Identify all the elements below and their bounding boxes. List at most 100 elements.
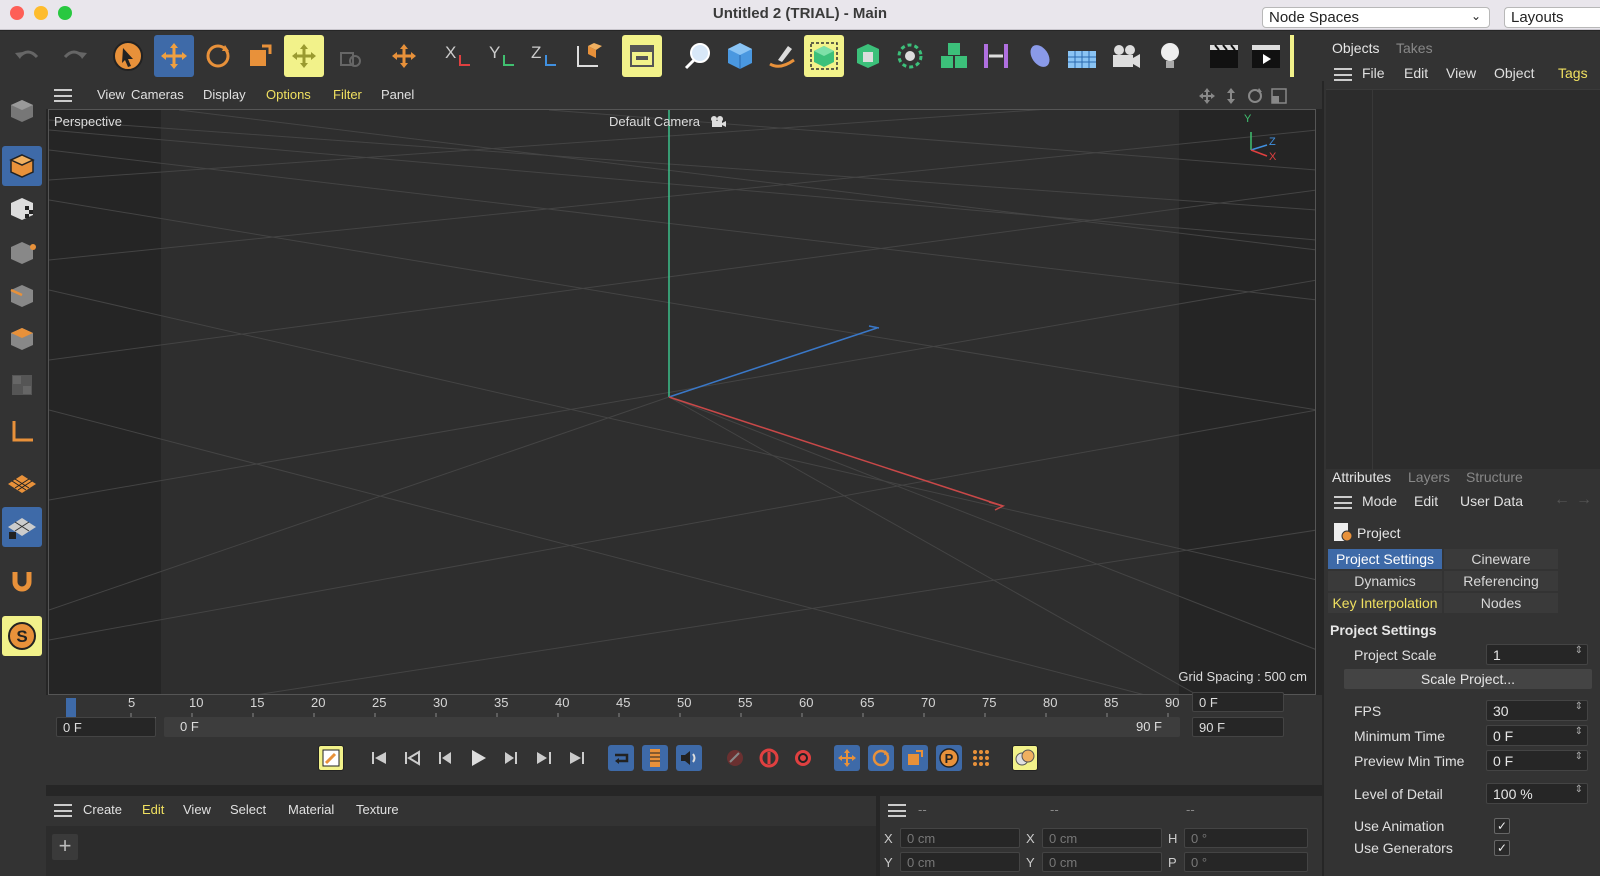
autokeying-button[interactable] — [790, 745, 816, 771]
model-mode-button[interactable] — [2, 146, 42, 186]
subtab-project-settings[interactable]: Project Settings — [1328, 549, 1442, 569]
playhead[interactable] — [66, 698, 76, 718]
select-tool-button[interactable] — [108, 35, 148, 77]
menu-display[interactable]: Display — [203, 87, 246, 102]
render-active-view-button[interactable] — [1204, 35, 1244, 77]
record-point-level-button[interactable] — [968, 745, 994, 771]
record-position-button[interactable] — [834, 745, 860, 771]
use-generators-checkbox[interactable]: ✓ — [1494, 840, 1510, 856]
material-menu-create[interactable]: Create — [83, 802, 122, 817]
sound-button[interactable] — [676, 745, 702, 771]
material-menu-view[interactable]: View — [183, 802, 211, 817]
objects-menu-tags[interactable]: Tags — [1558, 65, 1588, 81]
spline-pen-button[interactable] — [678, 35, 718, 77]
redo-button[interactable] — [54, 35, 94, 77]
3d-viewport[interactable]: Perspective Default Camera Y Z X Grid Sp… — [48, 109, 1316, 695]
points-mode-button[interactable] — [2, 233, 42, 273]
menu-panel[interactable]: Panel — [381, 87, 414, 102]
object-list[interactable] — [1326, 89, 1600, 470]
objects-menu-view[interactable]: View — [1446, 65, 1476, 81]
camera-label[interactable]: Default Camera — [609, 114, 700, 129]
light-object-button[interactable] — [1150, 35, 1190, 77]
layouts-select[interactable]: Layouts — [1504, 7, 1600, 28]
subtab-cineware[interactable]: Cineware — [1444, 549, 1558, 569]
menu-options[interactable]: Options — [266, 87, 311, 102]
axis-mode-button[interactable] — [2, 411, 42, 451]
level-of-detail-field[interactable]: 100 % ⇕ — [1486, 783, 1588, 804]
rotation-h-field[interactable]: 0 ° — [1184, 828, 1308, 848]
material-hamburger-icon[interactable] — [54, 804, 72, 817]
keyframe-selection-button[interactable] — [722, 745, 748, 771]
current-frame-field[interactable]: 0 F — [1192, 692, 1284, 712]
subtab-key-interpolation[interactable]: Key Interpolation — [1328, 593, 1442, 613]
node-spaces-select[interactable]: Node Spaces ⌄ — [1262, 7, 1490, 28]
tab-structure[interactable]: Structure — [1466, 469, 1523, 485]
cloner-button[interactable] — [890, 35, 930, 77]
snapping-button[interactable] — [2, 561, 42, 601]
transform-tool-button[interactable] — [284, 35, 324, 77]
tab-takes[interactable]: Takes — [1396, 40, 1433, 56]
z-axis-lock-button[interactable]: Z — [524, 35, 564, 77]
extrude-button[interactable] — [848, 35, 888, 77]
objects-menu-file[interactable]: File — [1362, 65, 1385, 81]
scheme-button[interactable] — [1012, 745, 1038, 771]
rotate-tool-button[interactable] — [198, 35, 238, 77]
edges-mode-button[interactable] — [2, 276, 42, 316]
play-button[interactable] — [465, 745, 491, 771]
deformer-button[interactable] — [976, 35, 1016, 77]
menu-view[interactable]: View — [97, 87, 125, 102]
end-frame-field[interactable]: 90 F — [1192, 717, 1284, 737]
camera-object-button[interactable] — [1106, 35, 1146, 77]
coordinate-system-button[interactable] — [568, 35, 608, 77]
size-x-field[interactable]: 0 cm — [1042, 828, 1162, 848]
floor-object-button[interactable] — [1062, 35, 1102, 77]
material-list[interactable] — [46, 826, 876, 876]
attributes-hamburger-icon[interactable] — [1334, 496, 1352, 509]
minimum-time-field[interactable]: 0 F ⇕ — [1486, 725, 1588, 746]
scale-tool-button[interactable] — [240, 35, 280, 77]
mograph-button[interactable] — [934, 35, 974, 77]
locked-workplane-button[interactable] — [2, 507, 42, 547]
preview-min-time-field[interactable]: 0 F ⇕ — [1486, 750, 1588, 771]
y-axis-lock-button[interactable]: Y — [482, 35, 522, 77]
viewport-hamburger-icon[interactable] — [54, 89, 72, 102]
orbit-view-icon[interactable] — [1246, 87, 1264, 105]
attributes-menu-edit[interactable]: Edit — [1414, 493, 1438, 509]
material-menu-material[interactable]: Material — [288, 802, 334, 817]
start-frame-field[interactable]: 0 F — [56, 717, 156, 737]
tab-layers[interactable]: Layers — [1408, 469, 1450, 485]
loop-button[interactable] — [608, 745, 634, 771]
timeline-ruler-button[interactable] — [642, 745, 668, 771]
next-frame-button[interactable] — [498, 745, 524, 771]
cube-object-button[interactable] — [720, 35, 760, 77]
zoom-view-icon[interactable] — [1222, 87, 1240, 105]
position-x-field[interactable]: 0 cm — [900, 828, 1020, 848]
subtab-referencing[interactable]: Referencing — [1444, 571, 1558, 591]
placement-tool-button[interactable] — [330, 35, 370, 77]
undo-button[interactable] — [8, 35, 48, 77]
menu-filter[interactable]: Filter — [333, 87, 362, 102]
subtab-dynamics[interactable]: Dynamics — [1328, 571, 1442, 591]
position-y-field[interactable]: 0 cm — [900, 852, 1020, 872]
go-to-start-button[interactable] — [366, 745, 392, 771]
render-view-button[interactable] — [622, 35, 662, 77]
record-keyframe-button[interactable] — [318, 745, 344, 771]
next-key-button[interactable] — [531, 745, 557, 771]
tab-objects[interactable]: Objects — [1332, 40, 1379, 56]
objects-hamburger-icon[interactable] — [1334, 68, 1352, 81]
back-arrow-icon[interactable]: ← — [1554, 491, 1570, 509]
attributes-menu-mode[interactable]: Mode — [1362, 493, 1397, 509]
record-rotation-button[interactable] — [868, 745, 894, 771]
previous-key-button[interactable] — [399, 745, 425, 771]
record-scale-button[interactable] — [902, 745, 928, 771]
render-to-picture-viewer-button[interactable] — [1246, 35, 1286, 77]
uv-mode-button[interactable] — [2, 365, 42, 405]
objects-menu-edit[interactable]: Edit — [1404, 65, 1428, 81]
x-axis-lock-button[interactable]: X — [438, 35, 478, 77]
maximize-view-icon[interactable] — [1270, 87, 1288, 105]
coordinates-hamburger-icon[interactable] — [888, 804, 906, 817]
subdivision-surface-button[interactable] — [804, 35, 844, 77]
move-tool-button[interactable] — [154, 35, 194, 77]
add-material-icon[interactable]: + — [52, 834, 78, 860]
project-scale-field[interactable]: 1 ⇕ — [1486, 644, 1588, 665]
